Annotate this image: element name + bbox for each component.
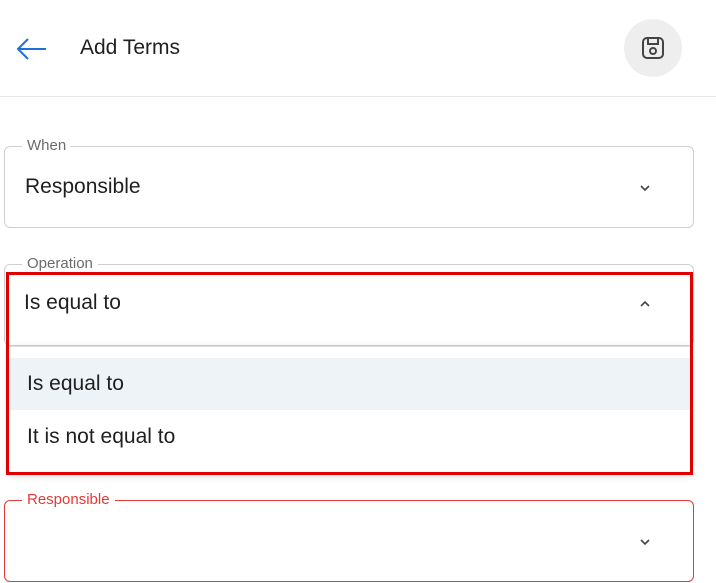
- page-title: Add Terms: [80, 36, 180, 59]
- save-button[interactable]: [624, 19, 682, 77]
- chevron-down-icon: [640, 539, 650, 546]
- chevron-up-icon: [640, 300, 650, 307]
- floppy-disk-icon: [642, 37, 664, 59]
- when-label: When: [22, 137, 72, 155]
- when-select[interactable]: When Responsible: [4, 137, 694, 228]
- arrow-left-icon: [16, 38, 46, 60]
- option-is-equal-to[interactable]: Is equal to: [9, 358, 690, 410]
- app-header: Add Terms: [0, 0, 716, 97]
- operation-selected[interactable]: Is equal to: [9, 275, 690, 327]
- back-button[interactable]: [14, 34, 48, 64]
- responsible-select[interactable]: Responsible: [4, 491, 694, 582]
- operation-options-menu: Is equal to It is not equal to: [9, 346, 690, 472]
- chevron-down-icon: [640, 185, 650, 192]
- operation-value: Is equal to: [24, 291, 121, 314]
- responsible-label: Responsible: [22, 491, 115, 509]
- operation-label: Operation: [22, 255, 98, 273]
- option-not-equal-to[interactable]: It is not equal to: [9, 411, 690, 463]
- when-value: Responsible: [25, 175, 141, 198]
